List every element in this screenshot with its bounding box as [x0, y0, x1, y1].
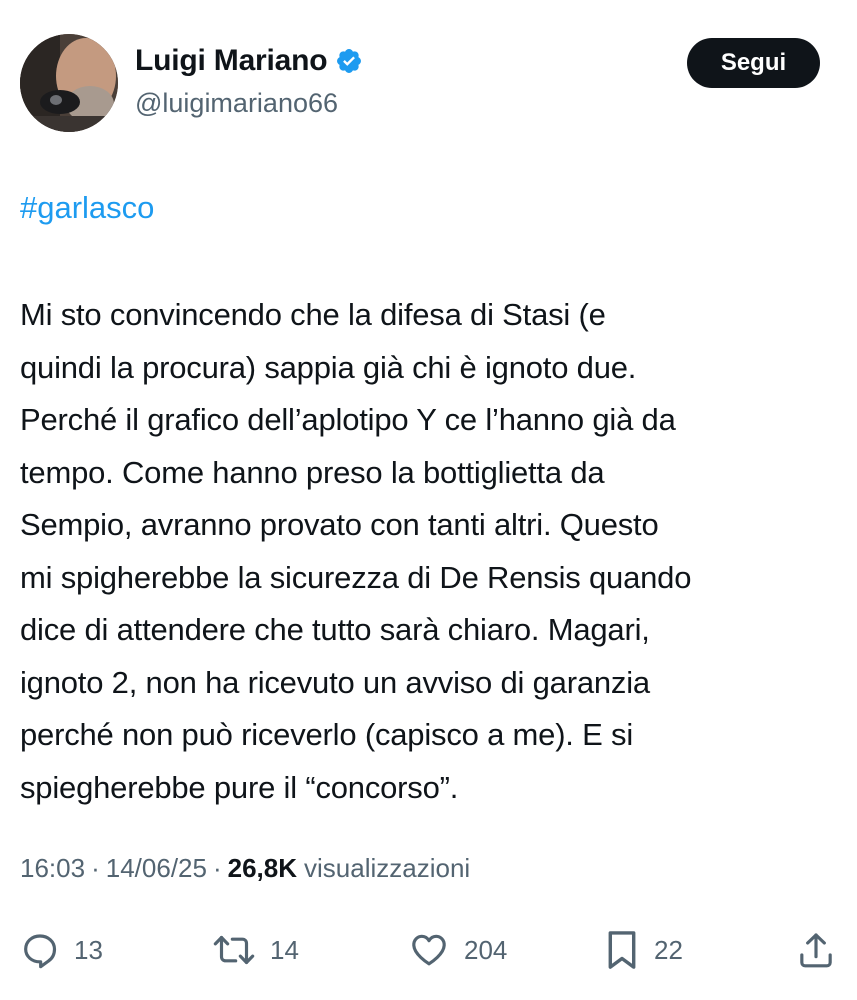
author-display-name[interactable]: Luigi Mariano	[135, 44, 328, 78]
author-name-row: Luigi Mariano	[135, 44, 363, 78]
author-handle[interactable]: @luigimariano66	[135, 88, 338, 119]
share-button[interactable]	[796, 925, 836, 975]
like-count: 204	[464, 934, 508, 965]
hashtag-link[interactable]: #garlasco	[20, 190, 154, 226]
tweet-date[interactable]: 14/06/25	[106, 853, 207, 884]
bookmark-button[interactable]: 22	[604, 925, 683, 975]
bookmark-icon	[608, 931, 636, 969]
meta-separator: ·	[91, 853, 100, 883]
avatar[interactable]	[20, 34, 118, 132]
share-icon	[800, 933, 832, 968]
like-button[interactable]: 204	[408, 925, 507, 975]
views-label: visualizzazioni	[304, 853, 471, 883]
tweet-time[interactable]: 16:03	[20, 853, 85, 884]
action-bar: 13 14 204 22	[0, 925, 857, 975]
bookmark-count: 22	[654, 934, 683, 965]
reply-count: 13	[74, 934, 103, 965]
reply-button[interactable]: 13	[20, 925, 103, 975]
repost-icon	[213, 935, 255, 965]
follow-button[interactable]: Segui	[687, 38, 820, 88]
tweet-meta: 16:03 · 14/06/25 · 26,8K visualizzazioni	[20, 853, 470, 884]
verified-badge-icon	[337, 49, 362, 73]
views-count: 26,8K	[227, 853, 298, 883]
repost-button[interactable]: 14	[212, 925, 299, 975]
heart-icon	[412, 934, 446, 966]
reply-icon	[24, 934, 57, 969]
tweet-card: Luigi Mariano @luigimariano66 Segui #gar…	[0, 0, 857, 1000]
meta-separator: ·	[212, 853, 222, 883]
tweet-text: Mi sto convincendo che la difesa di Stas…	[20, 297, 692, 805]
repost-count: 14	[270, 934, 299, 965]
avatar-photo	[20, 34, 118, 132]
